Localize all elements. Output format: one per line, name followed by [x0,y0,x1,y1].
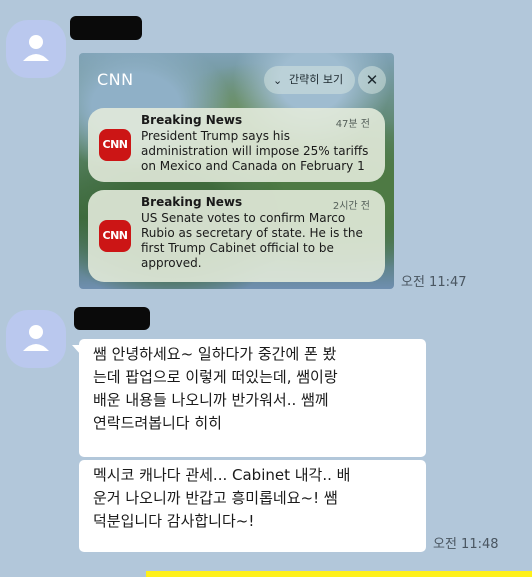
shared-screenshot-image[interactable]: CNN ⌄ 간략히 보기 ✕ CNN Breaking News 47분 전 P… [79,53,394,289]
message-timestamp: 오전 11:48 [433,537,499,552]
collapse-button: ⌄ 간략히 보기 [264,66,355,94]
message-line: 는데 팝업으로 이렇게 떠있는데, 쌤이랑 [93,368,338,386]
cnn-logo-icon: CNN [99,129,131,161]
message-timestamp: 오전 11:47 [401,275,467,290]
cnn-logo-icon: CNN [99,220,131,252]
close-icon: ✕ [358,66,386,94]
collapse-label: 간략히 보기 [289,73,344,86]
notification-body: President Trump says his administration … [141,129,369,173]
own-message-bubble-edge [146,571,532,577]
notification-time: 47분 전 [335,119,370,130]
message-line: 연락드려봅니다 히히 [93,414,222,432]
notification-time: 2시간 전 [332,201,370,212]
notification-title: Breaking News [141,113,243,127]
profile-avatar-icon[interactable] [6,310,66,368]
chevron-down-icon: ⌄ [273,74,283,87]
redacted-sender-name [70,16,142,40]
profile-avatar-icon[interactable] [6,20,66,78]
notification-body: US Senate votes to confirm Marco Rubio a… [141,211,363,270]
message-line: 덕분입니다 감사합니다~! [93,512,255,530]
message-line: 쌤 안녕하세요~ 일하다가 중간에 폰 봤 [93,345,337,363]
message-line: 운거 나오니까 반갑고 흥미롭네요~! 쌤 [93,489,338,507]
chat-bubble[interactable]: 멕시코 캐나다 관세... Cabinet 내각.. 배 운거 나오니까 반갑고… [79,460,426,552]
redacted-sender-name [74,307,150,330]
chat-bubble[interactable]: 쌤 안녕하세요~ 일하다가 중간에 폰 봤 는데 팝업으로 이렇게 떠있는데, … [79,339,426,457]
notification-title: Breaking News [141,195,243,209]
message-line: 배운 내용들 나오니까 반가워서.. 쌤께 [93,391,329,409]
notification-card: CNN Breaking News 47분 전 President Trump … [88,108,385,182]
notification-card: CNN Breaking News 2시간 전 US Senate votes … [88,190,385,282]
message-line: 멕시코 캐나다 관세... Cabinet 내각.. 배 [93,466,351,484]
notification-app-name: CNN [97,70,134,89]
